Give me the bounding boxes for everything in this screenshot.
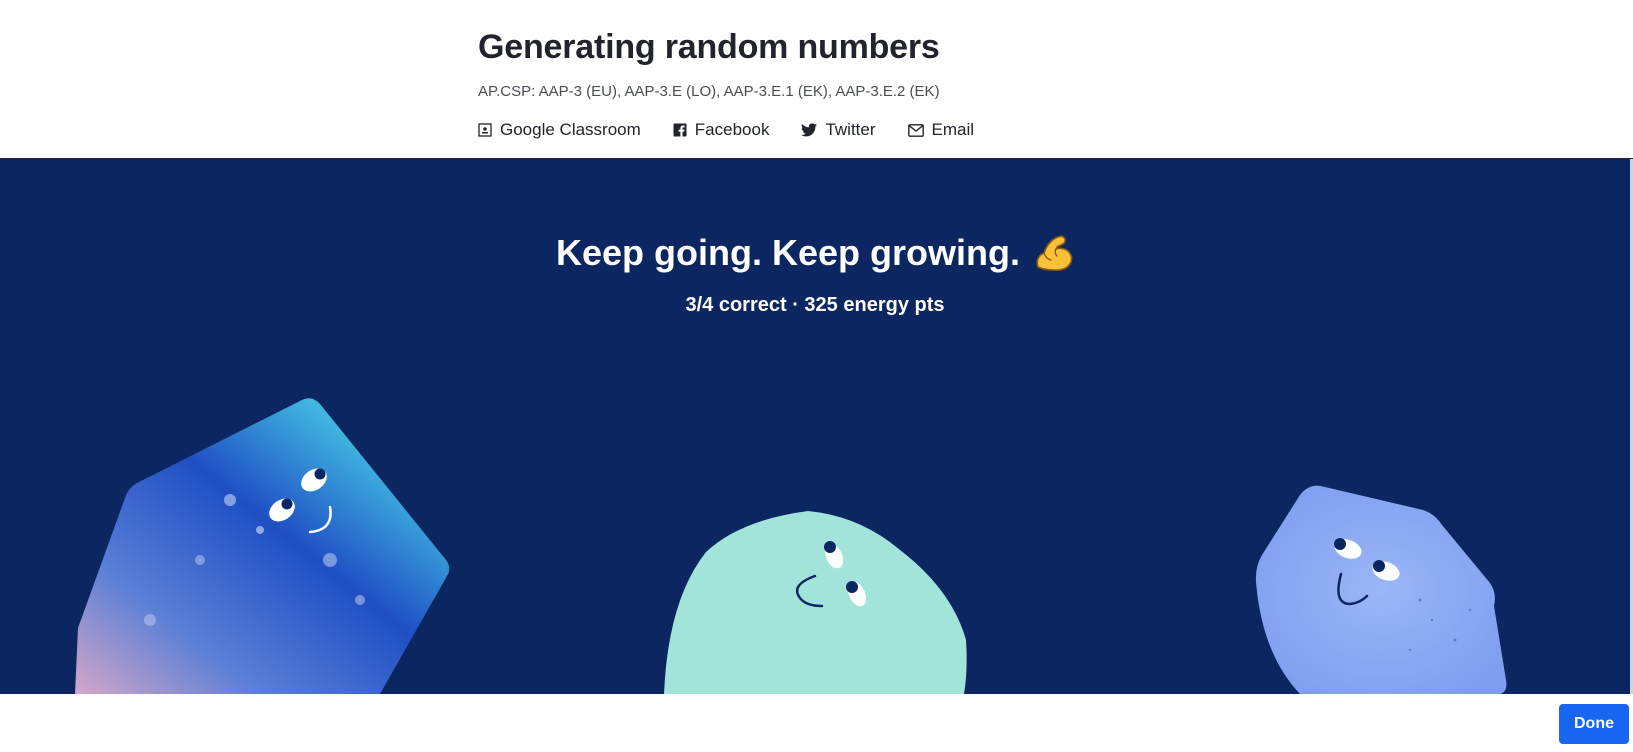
share-twitter-label: Twitter — [825, 120, 876, 139]
share-bar: Google Classroom Facebook Twitter Email — [478, 120, 1006, 140]
standards-text: AP.CSP: AAP-3 (EU), AAP-3.E (LO), AAP-3.… — [478, 83, 940, 100]
score-summary: 3/4 correct · 325 energy pts — [685, 294, 945, 316]
email-icon — [907, 123, 924, 137]
page-title: Generating random numbers — [478, 28, 940, 66]
done-button[interactable]: Done — [1559, 704, 1629, 744]
footer-bar — [0, 694, 1633, 752]
share-facebook-label: Facebook — [694, 120, 770, 139]
google-classroom-icon — [478, 123, 492, 137]
share-facebook[interactable]: Facebook — [673, 120, 770, 140]
twitter-icon — [801, 123, 818, 137]
result-headline: Keep going. Keep growing. — [555, 232, 1020, 273]
left-rock-character — [75, 398, 450, 694]
share-google-classroom[interactable]: Google Classroom — [478, 120, 641, 140]
share-email-label: Email — [931, 120, 975, 139]
flexed-biceps-icon — [1036, 235, 1073, 271]
result-headline-row: Keep going. Keep growing. — [0, 232, 1630, 274]
share-google-classroom-label: Google Classroom — [500, 120, 641, 139]
share-twitter[interactable]: Twitter — [801, 120, 876, 140]
page-header: Generating random numbers AP.CSP: AAP-3 … — [0, 0, 1633, 159]
right-rock-character — [1255, 485, 1507, 694]
facebook-icon — [673, 123, 687, 137]
share-email[interactable]: Email — [907, 120, 975, 140]
middle-rock-character — [664, 511, 967, 694]
